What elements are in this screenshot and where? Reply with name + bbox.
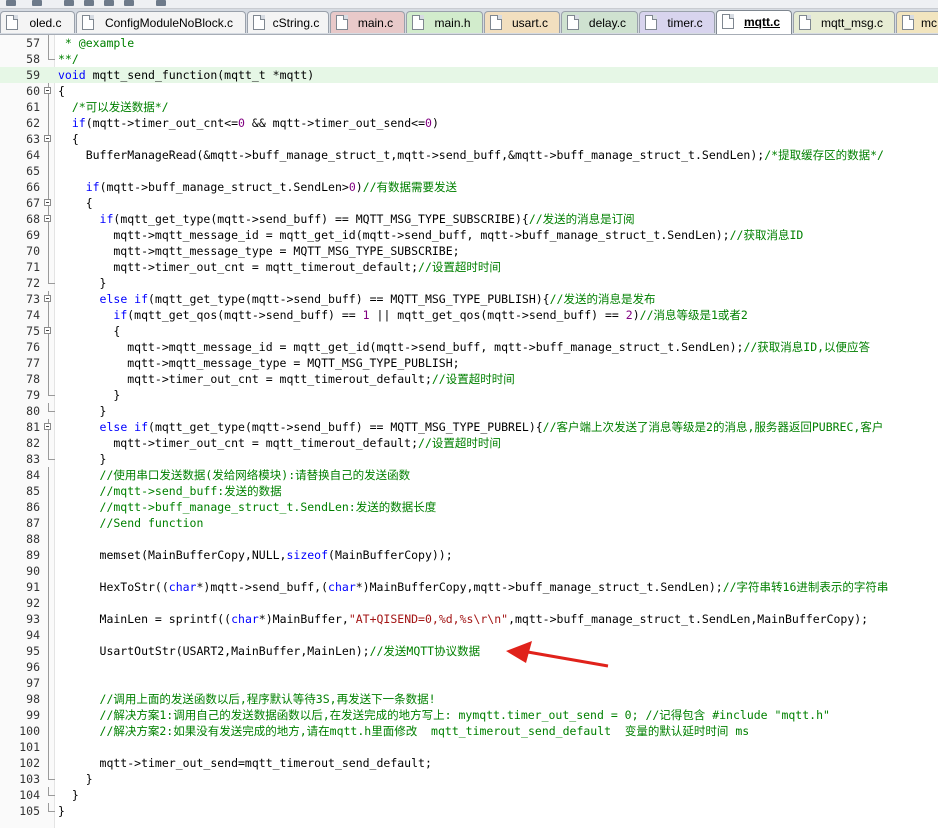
annotation-arrow [506,641,609,668]
